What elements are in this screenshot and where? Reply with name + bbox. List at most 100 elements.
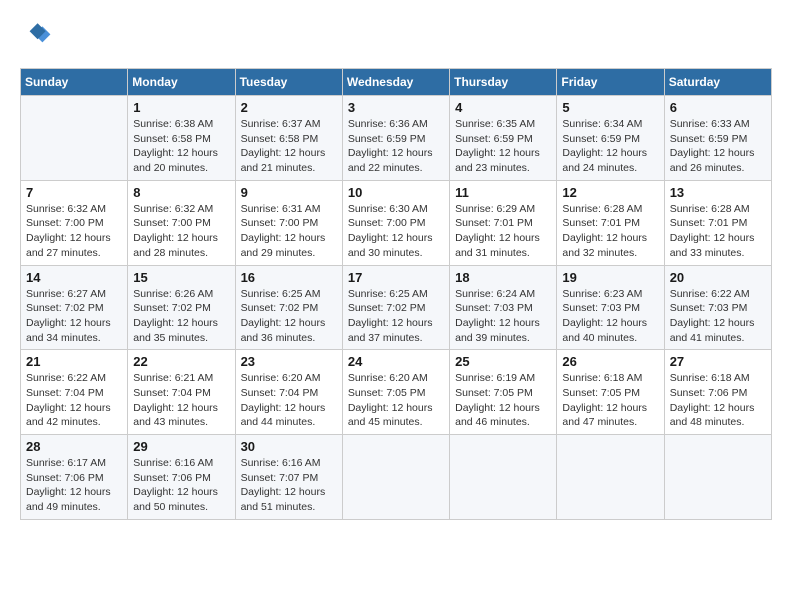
calendar-cell: 11 Sunrise: 6:29 AMSunset: 7:01 PMDayligh… bbox=[450, 180, 557, 265]
day-number: 1 bbox=[133, 100, 229, 115]
calendar-cell bbox=[557, 435, 664, 520]
calendar-cell: 26Sunrise: 6:18 AMSunset: 7:05 PMDayligh… bbox=[557, 350, 664, 435]
day-info: Sunrise: 6:19 AMSunset: 7:05 PMDaylight:… bbox=[455, 371, 551, 430]
day-number: 22 bbox=[133, 354, 229, 369]
calendar-cell: 19 Sunrise: 6:23 AMSunset: 7:03 PMDayligh… bbox=[557, 265, 664, 350]
day-of-week-header: Wednesday bbox=[342, 69, 449, 96]
calendar-cell: 30 Sunrise: 6:16 AMSunset: 7:07 PMDayligh… bbox=[235, 435, 342, 520]
calendar-cell bbox=[450, 435, 557, 520]
day-info: Sunrise: 6:36 AMSunset: 6:59 PMDaylight:… bbox=[348, 117, 444, 176]
calendar-cell: 20 Sunrise: 6:22 AMSunset: 7:03 PMDayligh… bbox=[664, 265, 771, 350]
calendar-cell: 8 Sunrise: 6:32 AMSunset: 7:00 PMDaylight… bbox=[128, 180, 235, 265]
day-info: Sunrise: 6:28 AMSunset: 7:01 PMDaylight:… bbox=[670, 202, 766, 261]
calendar-cell: 2Sunrise: 6:37 AMSunset: 6:58 PMDaylight… bbox=[235, 96, 342, 181]
day-info: Sunrise: 6:20 AMSunset: 7:04 PMDaylight:… bbox=[241, 371, 337, 430]
day-info: Sunrise: 6:33 AMSunset: 6:59 PMDaylight:… bbox=[670, 117, 766, 176]
day-info: Sunrise: 6:16 AMSunset: 7:07 PMDaylight:… bbox=[241, 456, 337, 515]
day-number: 3 bbox=[348, 100, 444, 115]
day-number: 20 bbox=[670, 270, 766, 285]
day-info: Sunrise: 6:32 AMSunset: 7:00 PMDaylight:… bbox=[26, 202, 122, 261]
day-info: Sunrise: 6:34 AMSunset: 6:59 PMDaylight:… bbox=[562, 117, 658, 176]
day-info: Sunrise: 6:18 AMSunset: 7:06 PMDaylight:… bbox=[670, 371, 766, 430]
calendar-cell: 1Sunrise: 6:38 AMSunset: 6:58 PMDaylight… bbox=[128, 96, 235, 181]
calendar-header-row: SundayMondayTuesdayWednesdayThursdayFrid… bbox=[21, 69, 772, 96]
day-number: 11 bbox=[455, 185, 551, 200]
calendar-week-row: 7Sunrise: 6:32 AMSunset: 7:00 PMDaylight… bbox=[21, 180, 772, 265]
day-number: 9 bbox=[241, 185, 337, 200]
day-number: 19 bbox=[562, 270, 658, 285]
calendar-cell: 24 Sunrise: 6:20 AMSunset: 7:05 PMDayligh… bbox=[342, 350, 449, 435]
day-number: 30 bbox=[241, 439, 337, 454]
day-info: Sunrise: 6:25 AMSunset: 7:02 PMDaylight:… bbox=[241, 287, 337, 346]
calendar-cell bbox=[342, 435, 449, 520]
day-number: 18 bbox=[455, 270, 551, 285]
day-info: Sunrise: 6:17 AMSunset: 7:06 PMDaylight:… bbox=[26, 456, 122, 515]
calendar-week-row: 21 Sunrise: 6:22 AMSunset: 7:04 PMDayligh… bbox=[21, 350, 772, 435]
logo bbox=[20, 20, 56, 52]
day-info: Sunrise: 6:37 AMSunset: 6:58 PMDaylight:… bbox=[241, 117, 337, 176]
calendar-cell: 28 Sunrise: 6:17 AMSunset: 7:06 PMDayligh… bbox=[21, 435, 128, 520]
calendar-table: SundayMondayTuesdayWednesdayThursdayFrid… bbox=[20, 68, 772, 520]
calendar-cell: 27Sunrise: 6:18 AMSunset: 7:06 PMDayligh… bbox=[664, 350, 771, 435]
calendar-cell: 17 Sunrise: 6:25 AMSunset: 7:02 PMDayligh… bbox=[342, 265, 449, 350]
calendar-cell: 25 Sunrise: 6:19 AMSunset: 7:05 PMDayligh… bbox=[450, 350, 557, 435]
day-info: Sunrise: 6:21 AMSunset: 7:04 PMDaylight:… bbox=[133, 371, 229, 430]
day-info: Sunrise: 6:20 AMSunset: 7:05 PMDaylight:… bbox=[348, 371, 444, 430]
day-number: 12 bbox=[562, 185, 658, 200]
calendar-cell: 4 Sunrise: 6:35 AMSunset: 6:59 PMDaylight… bbox=[450, 96, 557, 181]
calendar-cell: 10 Sunrise: 6:30 AMSunset: 7:00 PMDayligh… bbox=[342, 180, 449, 265]
day-of-week-header: Friday bbox=[557, 69, 664, 96]
day-info: Sunrise: 6:23 AMSunset: 7:03 PMDaylight:… bbox=[562, 287, 658, 346]
day-info: Sunrise: 6:22 AMSunset: 7:03 PMDaylight:… bbox=[670, 287, 766, 346]
day-number: 5 bbox=[562, 100, 658, 115]
calendar-cell bbox=[21, 96, 128, 181]
day-info: Sunrise: 6:28 AMSunset: 7:01 PMDaylight:… bbox=[562, 202, 658, 261]
day-number: 13 bbox=[670, 185, 766, 200]
calendar-week-row: 1Sunrise: 6:38 AMSunset: 6:58 PMDaylight… bbox=[21, 96, 772, 181]
calendar-cell: 15 Sunrise: 6:26 AMSunset: 7:02 PMDayligh… bbox=[128, 265, 235, 350]
day-info: Sunrise: 6:35 AMSunset: 6:59 PMDaylight:… bbox=[455, 117, 551, 176]
day-number: 28 bbox=[26, 439, 122, 454]
day-number: 17 bbox=[348, 270, 444, 285]
calendar-cell: 22 Sunrise: 6:21 AMSunset: 7:04 PMDayligh… bbox=[128, 350, 235, 435]
calendar-week-row: 28 Sunrise: 6:17 AMSunset: 7:06 PMDayligh… bbox=[21, 435, 772, 520]
day-number: 16 bbox=[241, 270, 337, 285]
calendar-cell bbox=[664, 435, 771, 520]
logo-icon bbox=[20, 20, 52, 52]
day-info: Sunrise: 6:22 AMSunset: 7:04 PMDaylight:… bbox=[26, 371, 122, 430]
day-of-week-header: Saturday bbox=[664, 69, 771, 96]
day-info: Sunrise: 6:27 AMSunset: 7:02 PMDaylight:… bbox=[26, 287, 122, 346]
calendar-cell: 9 Sunrise: 6:31 AMSunset: 7:00 PMDaylight… bbox=[235, 180, 342, 265]
calendar-cell: 29Sunrise: 6:16 AMSunset: 7:06 PMDayligh… bbox=[128, 435, 235, 520]
day-number: 6 bbox=[670, 100, 766, 115]
day-number: 4 bbox=[455, 100, 551, 115]
calendar-cell: 12 Sunrise: 6:28 AMSunset: 7:01 PMDayligh… bbox=[557, 180, 664, 265]
day-of-week-header: Sunday bbox=[21, 69, 128, 96]
calendar-cell: 14 Sunrise: 6:27 AMSunset: 7:02 PMDayligh… bbox=[21, 265, 128, 350]
day-info: Sunrise: 6:30 AMSunset: 7:00 PMDaylight:… bbox=[348, 202, 444, 261]
day-number: 21 bbox=[26, 354, 122, 369]
day-number: 8 bbox=[133, 185, 229, 200]
calendar-cell: 7Sunrise: 6:32 AMSunset: 7:00 PMDaylight… bbox=[21, 180, 128, 265]
day-info: Sunrise: 6:29 AMSunset: 7:01 PMDaylight:… bbox=[455, 202, 551, 261]
day-of-week-header: Monday bbox=[128, 69, 235, 96]
day-number: 10 bbox=[348, 185, 444, 200]
day-info: Sunrise: 6:24 AMSunset: 7:03 PMDaylight:… bbox=[455, 287, 551, 346]
day-number: 24 bbox=[348, 354, 444, 369]
day-number: 25 bbox=[455, 354, 551, 369]
day-number: 23 bbox=[241, 354, 337, 369]
calendar-cell: 23 Sunrise: 6:20 AMSunset: 7:04 PMDayligh… bbox=[235, 350, 342, 435]
calendar-cell: 13 Sunrise: 6:28 AMSunset: 7:01 PMDayligh… bbox=[664, 180, 771, 265]
day-of-week-header: Thursday bbox=[450, 69, 557, 96]
calendar-cell: 5 Sunrise: 6:34 AMSunset: 6:59 PMDaylight… bbox=[557, 96, 664, 181]
day-info: Sunrise: 6:18 AMSunset: 7:05 PMDaylight:… bbox=[562, 371, 658, 430]
calendar-cell: 16 Sunrise: 6:25 AMSunset: 7:02 PMDayligh… bbox=[235, 265, 342, 350]
day-info: Sunrise: 6:26 AMSunset: 7:02 PMDaylight:… bbox=[133, 287, 229, 346]
calendar-cell: 6 Sunrise: 6:33 AMSunset: 6:59 PMDaylight… bbox=[664, 96, 771, 181]
day-info: Sunrise: 6:31 AMSunset: 7:00 PMDaylight:… bbox=[241, 202, 337, 261]
day-info: Sunrise: 6:32 AMSunset: 7:00 PMDaylight:… bbox=[133, 202, 229, 261]
page-header bbox=[20, 20, 772, 52]
day-info: Sunrise: 6:25 AMSunset: 7:02 PMDaylight:… bbox=[348, 287, 444, 346]
day-number: 15 bbox=[133, 270, 229, 285]
day-number: 14 bbox=[26, 270, 122, 285]
